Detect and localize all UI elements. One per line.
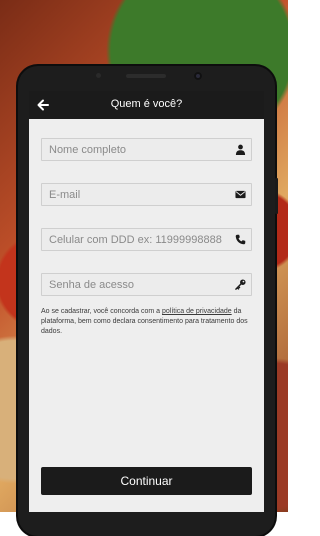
phone-icon [235,234,246,245]
terms-text: Ao se cadastrar, você concorda com a pol… [41,307,255,337]
proximity-sensor [96,73,101,78]
email-placeholder: E-mail [49,189,81,201]
page-title: Quem é você? [110,98,183,110]
app-header: Quem é você? [29,91,264,119]
password-field[interactable]: Senha de acesso [41,273,252,296]
phone-placeholder: Celular com DDD ex: 11999998888 [49,234,222,246]
privacy-policy-link[interactable]: política de privacidade [162,308,232,315]
front-camera [194,72,202,80]
envelope-icon [235,190,246,199]
signup-screen: Quem é você? Nome completo E-mail Celula… [29,91,264,512]
continue-button[interactable]: Continuar [41,467,252,495]
phone-side-button [275,178,278,214]
email-field[interactable]: E-mail [41,183,252,206]
earpiece-speaker [126,74,166,78]
phone-field[interactable]: Celular com DDD ex: 11999998888 [41,228,252,251]
full-name-placeholder: Nome completo [49,144,127,156]
user-icon [235,144,246,155]
terms-text-start: Ao se cadastrar, você concorda com a [41,308,163,315]
full-name-field[interactable]: Nome completo [41,138,252,161]
key-icon [235,279,246,290]
password-placeholder: Senha de acesso [49,279,135,291]
